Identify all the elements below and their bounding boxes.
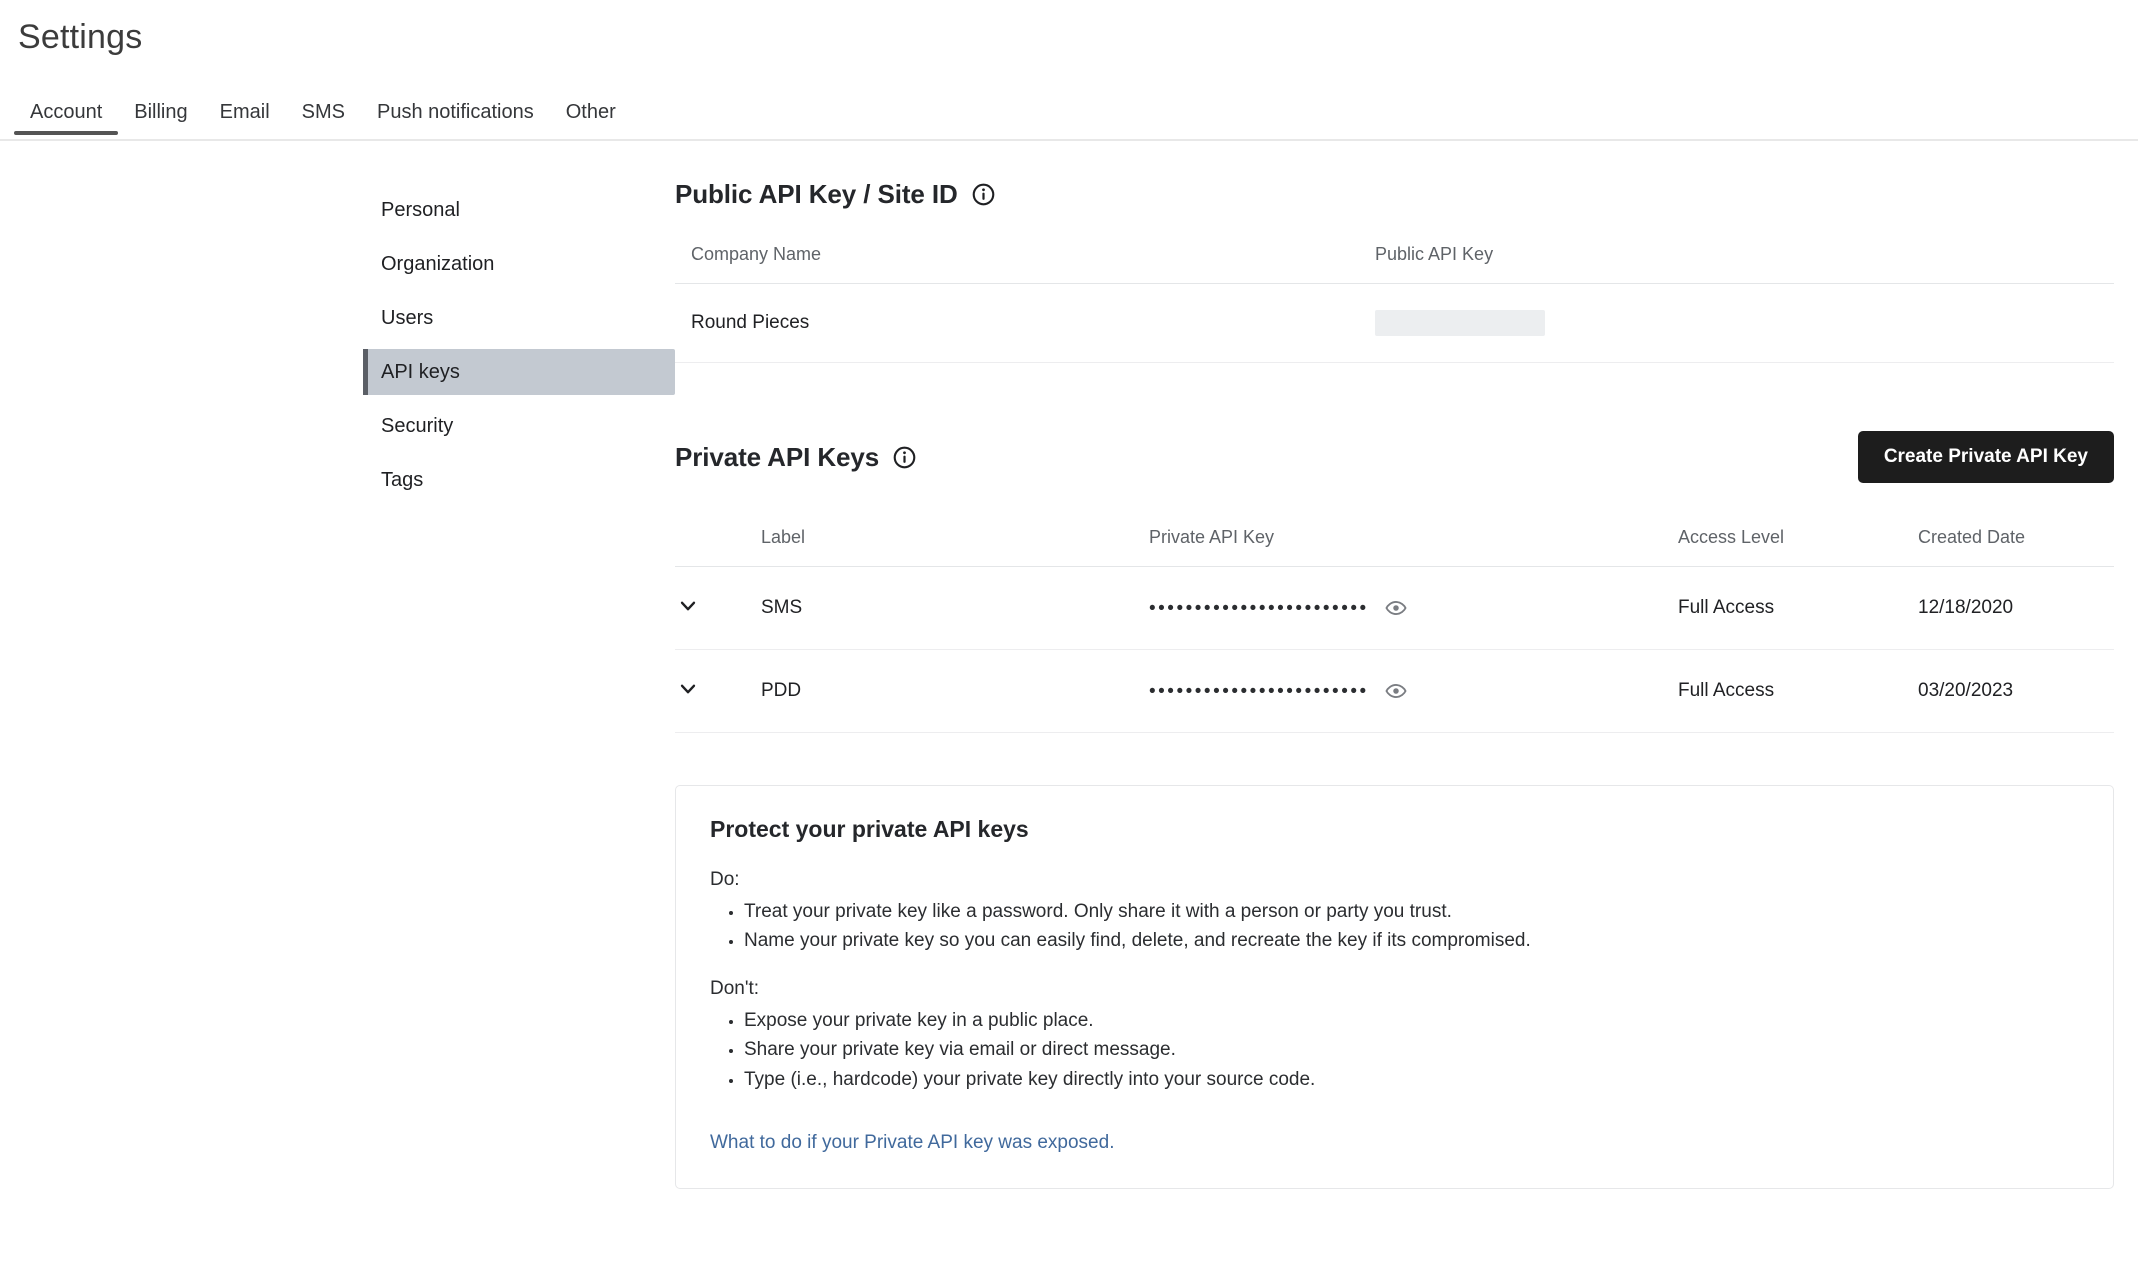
table-row: SMS •••••••••••••••••••••••• Full Access… [675, 566, 2114, 650]
tab-list: Account Billing Email SMS Push notificat… [0, 91, 2138, 139]
settings-sidebar: Personal Organization Users API keys Sec… [363, 179, 675, 1189]
public-api-key-header: Public API Key / Site ID [675, 179, 2114, 210]
masked-key-value: •••••••••••••••••••••••• [1149, 681, 1369, 701]
exposed-key-help-link[interactable]: What to do if your Private API key was e… [710, 1132, 1114, 1154]
tab-sms[interactable]: SMS [286, 91, 361, 133]
cell-created-date: 03/20/2023 [1918, 649, 2114, 733]
cell-label: SMS [757, 566, 1149, 650]
do-label: Do: [710, 869, 740, 890]
sidebar-item-label: Tags [381, 468, 424, 491]
column-header-label: Label [757, 527, 1149, 567]
table-row: Round Pieces [675, 283, 2114, 363]
eye-icon[interactable] [1385, 597, 1407, 619]
layout-gutter [0, 179, 363, 1189]
page-header: Settings [0, 0, 2138, 57]
column-header-expand [675, 527, 757, 567]
masked-key-value: •••••••••••••••••••••••• [1149, 598, 1369, 618]
cell-access-level: Full Access [1678, 649, 1918, 733]
do-list: Treat your private key like a password. … [710, 897, 2079, 956]
table-header-row: Company Name Public API Key [675, 244, 2114, 284]
cell-expand [675, 566, 757, 650]
list-item: Name your private key so you can easily … [744, 926, 2079, 955]
info-icon[interactable] [893, 446, 916, 469]
column-header-company-name: Company Name [675, 244, 1375, 284]
column-header-public-api-key: Public API Key [1375, 244, 2114, 284]
redacted-value [1375, 310, 1545, 336]
list-item: Share your private key via email or dire… [744, 1035, 2079, 1064]
cell-created-date: 12/18/2020 [1918, 566, 2114, 650]
private-api-keys-header: Private API Keys Create Private API Key [675, 431, 2114, 483]
cell-expand [675, 649, 757, 733]
private-api-keys-title-group: Private API Keys [675, 442, 916, 473]
cell-private-api-key: •••••••••••••••••••••••• [1149, 566, 1678, 650]
dont-list: Expose your private key in a public plac… [710, 1006, 2079, 1094]
public-api-key-table: Company Name Public API Key Round Pieces [675, 244, 2114, 363]
sidebar-item-label: Users [381, 306, 434, 329]
tab-billing[interactable]: Billing [118, 91, 203, 133]
sidebar-item-label: API keys [381, 360, 460, 383]
cell-public-api-key [1375, 283, 2114, 363]
tab-push-notifications[interactable]: Push notifications [361, 91, 550, 133]
dont-label: Don't: [710, 977, 760, 999]
private-api-keys-table: Label Private API Key Access Level Creat… [675, 527, 2114, 733]
tab-account[interactable]: Account [14, 91, 119, 135]
sidebar-item-label: Organization [381, 252, 495, 275]
sidebar-item-personal[interactable]: Personal [363, 187, 675, 233]
column-header-access-level: Access Level [1678, 527, 1918, 567]
create-private-api-key-button[interactable]: Create Private API Key [1857, 431, 2114, 483]
chevron-down-icon[interactable] [675, 593, 701, 619]
cell-access-level: Full Access [1678, 566, 1918, 650]
panel-title: Protect your private API keys [710, 816, 1029, 842]
list-item: Treat your private key like a password. … [744, 897, 2079, 926]
section-title: Public API Key / Site ID [675, 179, 958, 209]
list-item: Type (i.e., hardcode) your private key d… [744, 1065, 2079, 1094]
sidebar-item-api-keys[interactable]: API keys [363, 349, 675, 395]
cell-label: PDD [757, 649, 1149, 733]
sidebar-item-tags[interactable]: Tags [363, 457, 675, 503]
list-item: Expose your private key in a public plac… [744, 1006, 2079, 1035]
sidebar-item-users[interactable]: Users [363, 295, 675, 341]
info-icon[interactable] [972, 183, 995, 206]
table-header-row: Label Private API Key Access Level Creat… [675, 527, 2114, 567]
cell-company-name: Round Pieces [675, 283, 1375, 363]
sidebar-item-security[interactable]: Security [363, 403, 675, 449]
section-title: Private API Keys [675, 441, 880, 472]
page-title: Settings [18, 18, 143, 56]
column-header-private-api-key: Private API Key [1149, 527, 1678, 567]
tab-bar: Account Billing Email SMS Push notificat… [0, 91, 2138, 141]
chevron-down-icon[interactable] [675, 676, 701, 702]
tab-other[interactable]: Other [550, 91, 632, 133]
main-content: Public API Key / Site ID Company Name Pu… [675, 179, 2138, 1190]
sidebar-item-label: Personal [381, 198, 460, 221]
column-header-created-date: Created Date [1918, 527, 2114, 567]
cell-private-api-key: •••••••••••••••••••••••• [1149, 649, 1678, 733]
sidebar-item-organization[interactable]: Organization [363, 241, 675, 287]
sidebar-item-label: Security [381, 414, 454, 437]
tab-email[interactable]: Email [204, 91, 286, 133]
protect-api-keys-panel: Protect your private API keys Do: Treat … [675, 785, 2114, 1190]
table-row: PDD •••••••••••••••••••••••• Full Access… [675, 649, 2114, 733]
eye-icon[interactable] [1385, 680, 1407, 702]
